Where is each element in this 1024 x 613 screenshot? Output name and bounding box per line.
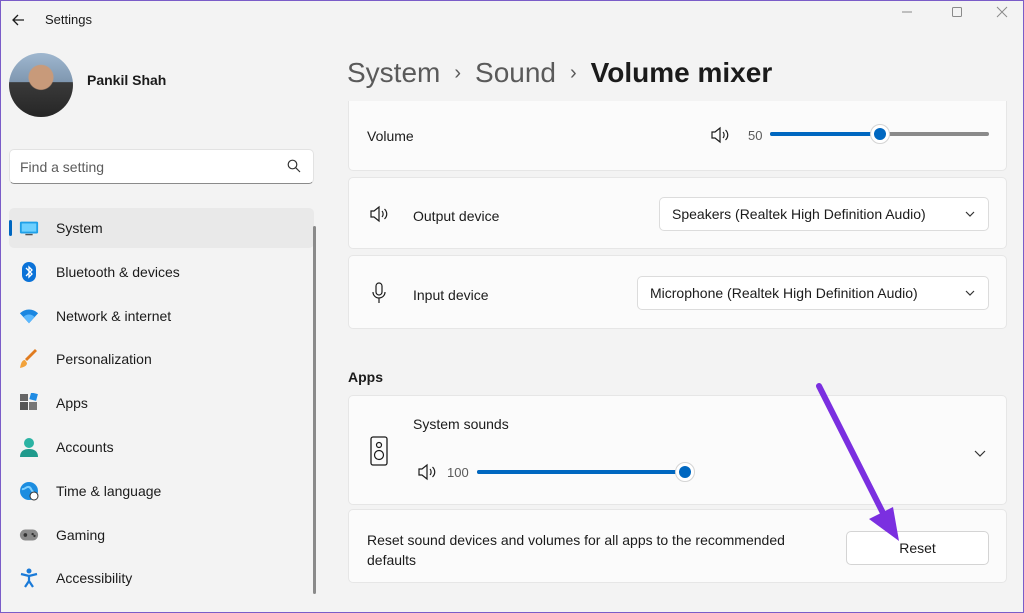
- person-icon: [19, 437, 39, 457]
- globe-clock-icon: [19, 481, 39, 501]
- sidebar-item-label: Personalization: [56, 351, 152, 368]
- sidebar-item-label: System: [56, 220, 103, 236]
- sidebar-item-label: Accounts: [56, 438, 114, 455]
- sidebar-item-label: Apps: [56, 395, 88, 412]
- volume-card: Volume 50: [348, 101, 1007, 171]
- system-sounds-card[interactable]: System sounds 100: [348, 395, 1007, 505]
- sidebar-item-gaming[interactable]: Gaming: [9, 515, 314, 555]
- apps-icon: [19, 393, 39, 413]
- microphone-icon: [372, 282, 386, 303]
- sidebar-item-label: Gaming: [56, 526, 106, 543]
- breadcrumb: System › Sound › Volume mixer: [347, 57, 772, 89]
- back-button[interactable]: [7, 9, 29, 31]
- gamepad-icon: [19, 525, 39, 545]
- output-device-dropdown[interactable]: Speakers (Realtek High Definition Audio): [659, 197, 989, 231]
- input-device-card: Input device Microphone (Realtek High De…: [348, 255, 1007, 329]
- output-device-value: Speakers (Realtek High Definition Audio): [672, 206, 926, 222]
- chevron-right-icon: ›: [570, 61, 577, 84]
- sidebar-item-personalization[interactable]: Personalization: [9, 339, 314, 379]
- search-box[interactable]: [9, 149, 314, 184]
- close-button[interactable]: [979, 1, 1024, 23]
- chevron-down-icon[interactable]: [973, 446, 987, 460]
- back-arrow-icon: [12, 14, 24, 26]
- apps-section-title: Apps: [348, 369, 383, 385]
- system-sounds-label: System sounds: [413, 416, 509, 432]
- volume-label: Volume: [367, 128, 414, 144]
- maximize-icon: [952, 7, 962, 17]
- user-name: Pankil Shah: [87, 72, 167, 88]
- monitor-icon: [19, 218, 39, 238]
- volume-slider-thumb[interactable]: [869, 124, 890, 144]
- reset-button[interactable]: Reset: [846, 531, 989, 565]
- close-icon: [996, 6, 1008, 18]
- input-device-label: Input device: [413, 287, 489, 303]
- accessibility-icon: [19, 568, 39, 588]
- search-input[interactable]: [20, 157, 280, 177]
- sidebar-item-time-language[interactable]: Time & language: [9, 471, 314, 511]
- speaker-icon[interactable]: [710, 126, 730, 144]
- system-sounds-value: 100: [447, 465, 469, 480]
- breadcrumb-sound[interactable]: Sound: [475, 57, 556, 89]
- sidebar-item-network[interactable]: Network & internet: [9, 296, 314, 336]
- volume-slider[interactable]: [770, 124, 989, 144]
- search-icon: [287, 159, 301, 173]
- sidebar-scrollbar[interactable]: [313, 226, 316, 594]
- output-device-card: Output device Speakers (Realtek High Def…: [348, 177, 1007, 249]
- sidebar-item-apps[interactable]: Apps: [9, 383, 314, 423]
- input-device-value: Microphone (Realtek High Definition Audi…: [650, 285, 918, 301]
- sidebar-item-label: Network & internet: [56, 307, 172, 324]
- minimize-icon: [902, 11, 912, 13]
- brush-icon: [19, 349, 39, 369]
- sidebar-nav: System Bluetooth & devices Network & int…: [9, 208, 314, 602]
- maximize-button[interactable]: [934, 1, 980, 23]
- speaker-icon[interactable]: [417, 463, 437, 481]
- input-device-dropdown[interactable]: Microphone (Realtek High Definition Audi…: [637, 276, 989, 310]
- app-title: Settings: [45, 12, 92, 27]
- page-title: Volume mixer: [590, 57, 773, 88]
- bluetooth-icon: [19, 261, 39, 282]
- speaker-icon: [370, 205, 388, 223]
- sidebar-item-accounts[interactable]: Accounts: [9, 427, 314, 467]
- system-sounds-slider-fill: [477, 470, 685, 474]
- title-bar: Settings: [1, 1, 1023, 39]
- system-sounds-slider[interactable]: [477, 462, 695, 482]
- reset-description: Reset sound devices and volumes for all …: [367, 532, 785, 568]
- sidebar-item-label: Bluetooth & devices: [56, 263, 180, 280]
- breadcrumb-system[interactable]: System: [347, 57, 440, 89]
- minimize-button[interactable]: [884, 1, 930, 23]
- wifi-icon: [19, 306, 39, 326]
- sidebar-item-label: Time & language: [56, 482, 162, 499]
- volume-slider-fill: [770, 132, 880, 136]
- sidebar-item-label: Accessibility: [56, 570, 133, 587]
- volume-value: 50: [748, 128, 763, 143]
- avatar: [9, 53, 73, 117]
- output-device-label: Output device: [413, 208, 500, 224]
- system-sounds-slider-thumb[interactable]: [675, 462, 695, 482]
- chevron-down-icon: [965, 290, 975, 296]
- sidebar-item-system[interactable]: System: [9, 208, 314, 248]
- sidebar-item-accessibility[interactable]: Accessibility: [9, 558, 314, 598]
- chevron-right-icon: ›: [454, 61, 462, 84]
- chevron-down-icon: [965, 211, 975, 217]
- sidebar-item-bluetooth[interactable]: Bluetooth & devices: [9, 252, 314, 292]
- speaker-device-icon: [370, 436, 388, 466]
